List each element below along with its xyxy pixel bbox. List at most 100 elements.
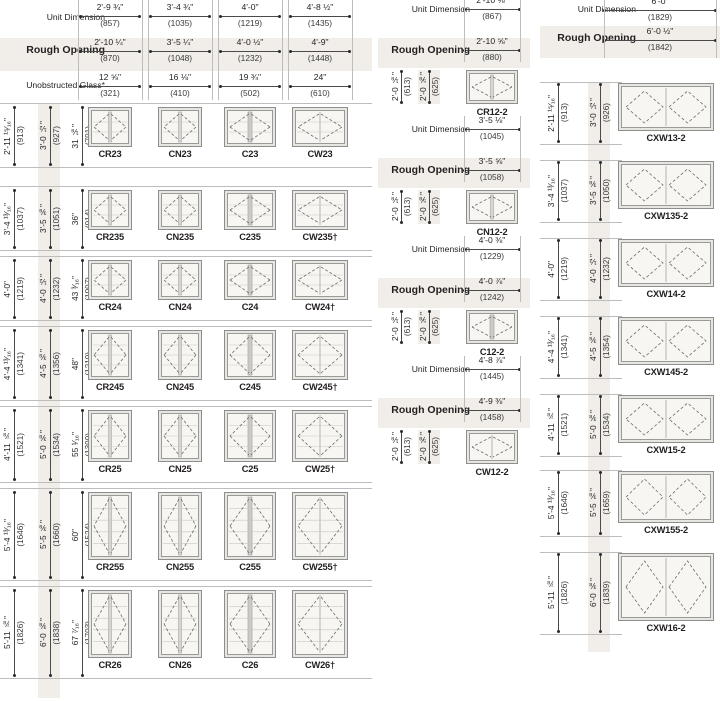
right-4-sep-bottom (540, 456, 622, 457)
row-1-rough-line-dot-t (49, 189, 52, 192)
row-0-glass-line-dot-t (81, 106, 84, 109)
middle-1-unit-dimension-mm: (1045) (479, 131, 505, 141)
middle-2-unit-dimension-mm: (1229) (479, 251, 505, 261)
right-6-v-unit-line (558, 554, 559, 632)
right-rough-opening-mm: (1842) (647, 42, 673, 52)
window-icon-CR235 (88, 190, 132, 230)
row-4-sep-top (0, 406, 372, 407)
row-3-unit-dim-line (14, 330, 15, 398)
col-0-glass: 12 ⅝" (98, 72, 122, 82)
right-2-v-unit-line-dot-b (557, 296, 560, 299)
row-1-rough-line (50, 190, 51, 248)
middle-1-v-rough-line-dot-t (428, 190, 431, 193)
right-0-v-unit-mm: (913) (560, 103, 569, 123)
middle-0-v-rough-mm: (625) (431, 77, 440, 97)
row-6-unit-dim-line-dot-t (13, 589, 16, 592)
middle-0-rough-line (464, 50, 520, 51)
middle-1-v-rough-line-dot-b (428, 221, 431, 224)
window-icon-C255 (224, 492, 276, 560)
right-6-v-rough-line-dot-b (599, 630, 602, 633)
col-2-unit-dimension-mm: (1219) (237, 18, 263, 28)
row-0-sep-top (0, 103, 372, 104)
col-3-unit-dimension: 4'-8 ½" (306, 2, 334, 12)
middle-2-v-rough-line-dot-b (428, 341, 431, 344)
col-0-glass-mm: (321) (100, 88, 120, 98)
middle-0-rough-opening: 2'-10 ⅝" (476, 36, 508, 46)
right-0-v-unit-line (558, 84, 559, 142)
row-0-unit-dimension-mm: (913) (16, 126, 25, 146)
model-label-C25: C25 (241, 464, 259, 474)
right-3-v-unit: 4'-4 ¹³⁄₁₆" (546, 330, 556, 364)
col-3-rough-opening: 4'-9" (311, 37, 329, 47)
row-6-sep-bottom (0, 678, 372, 679)
right-1-v-unit-line-dot-t (557, 161, 560, 164)
row-2-rough-line-dot-t (49, 259, 52, 262)
right-2-v-unit-line-dot-t (557, 239, 560, 242)
right-tick-r (716, 0, 717, 58)
col-1-rough-opening-mm: (1048) (167, 53, 193, 63)
model-label-CR26: CR26 (98, 660, 122, 670)
right-0-v-rough-line (600, 84, 601, 142)
row-1-glass-line-dot-t (81, 189, 84, 192)
middle-2-v-rough-mm: (625) (431, 317, 440, 337)
right-2-v-rough-line-dot-t (599, 239, 602, 242)
window-icon-CXW135-2 (618, 161, 714, 209)
model-label-CR245: CR245 (96, 382, 124, 392)
row-4-rough-line-dot-t (49, 409, 52, 412)
right-5-v-unit-mm: (1646) (560, 491, 569, 515)
right-0-v-rough: 3'-0 ½" (588, 98, 598, 128)
window-icon-CXW14-2 (618, 239, 714, 287)
middle-3-v-rough-line-dot-b (428, 461, 431, 464)
row-3-unit-dim-line-dot-b (13, 396, 16, 399)
window-icon-CW24† (292, 260, 348, 300)
row-1-unit-dimension-mm: (1037) (16, 207, 25, 231)
col-0-unit-dimension: 2'-9 ¾" (96, 2, 124, 12)
col-3-glass-mm: (610) (310, 88, 330, 98)
row-0-unit-dim-line-dot-t (13, 106, 16, 109)
right-0-v-rough-line-dot-b (599, 140, 602, 143)
row-0-unit-dim-line (14, 107, 15, 165)
row-5-rough-line-dot-b (49, 576, 52, 579)
right-5-v-rough-line-dot-b (599, 532, 602, 535)
model-label-CW12-2: CW12-2 (475, 467, 509, 477)
right-6-v-unit-mm: (1826) (560, 581, 569, 605)
window-icon-CN235 (158, 190, 202, 230)
window-icon-C25 (224, 410, 276, 462)
row-6-rough-opening: 6'-0 ⅜" (38, 618, 48, 648)
model-label-C26: C26 (241, 660, 259, 670)
col-1-rough-line (150, 51, 210, 52)
right-1-v-unit: 3'-4 ¹³⁄₁₆" (546, 174, 556, 208)
middle-0-v-unit-line (401, 71, 402, 103)
middle-0-v-unit-line-dot-t (400, 70, 403, 73)
row-0-rough-opening: 3'-0 ½" (38, 121, 48, 151)
row-5-glass-line-dot-b (81, 576, 84, 579)
middle-3-v-unit: 2'-0 ⅛" (390, 432, 400, 462)
col-2-tick-left (218, 0, 219, 100)
middle-0-v-rough-line-dot-t (428, 70, 431, 73)
middle-1-v-unit-mm: (613) (403, 197, 412, 217)
row-6-rough-line (50, 590, 51, 676)
middle-1-v-rough-line (429, 191, 430, 223)
model-label-CXW13-2: CXW13-2 (646, 133, 686, 143)
right-0-v-unit-line-dot-t (557, 83, 560, 86)
right-6-v-unit-line-dot-t (557, 553, 560, 556)
window-icon-CXW155-2 (618, 471, 714, 523)
col-3-tick-left (288, 0, 289, 100)
right-2-sep-top (540, 238, 622, 239)
row-3-rough-line-dot-t (49, 329, 52, 332)
middle-1-v-unit-line-dot-t (400, 190, 403, 193)
col-2-rough-opening: 4'-0 ½" (236, 37, 264, 47)
col-1-rough-opening: 3'-5 ¼" (166, 37, 194, 47)
row-4-glass-line-dot-b (81, 478, 84, 481)
middle-1-unit-dimension-label: Unit Dimension (411, 124, 470, 134)
middle-0-v-rough-line (429, 71, 430, 103)
col-3-glass: 24" (313, 72, 327, 82)
row-3-unit-dimension: 4'-4 ¹³⁄₁₆" (2, 347, 12, 381)
middle-1-unit-dimension: 3'-5 ⅛" (478, 115, 506, 125)
right-1-v-rough: 3'-5 ⅜" (588, 176, 598, 206)
middle-3-v-rough-line (429, 431, 430, 463)
model-label-CW24†: CW24† (304, 302, 335, 312)
window-icon-CN245 (158, 330, 202, 380)
row-2-unit-dim-line-dot-b (13, 316, 16, 319)
middle-3-v-rough: 2'-0 ⅝" (418, 432, 428, 462)
